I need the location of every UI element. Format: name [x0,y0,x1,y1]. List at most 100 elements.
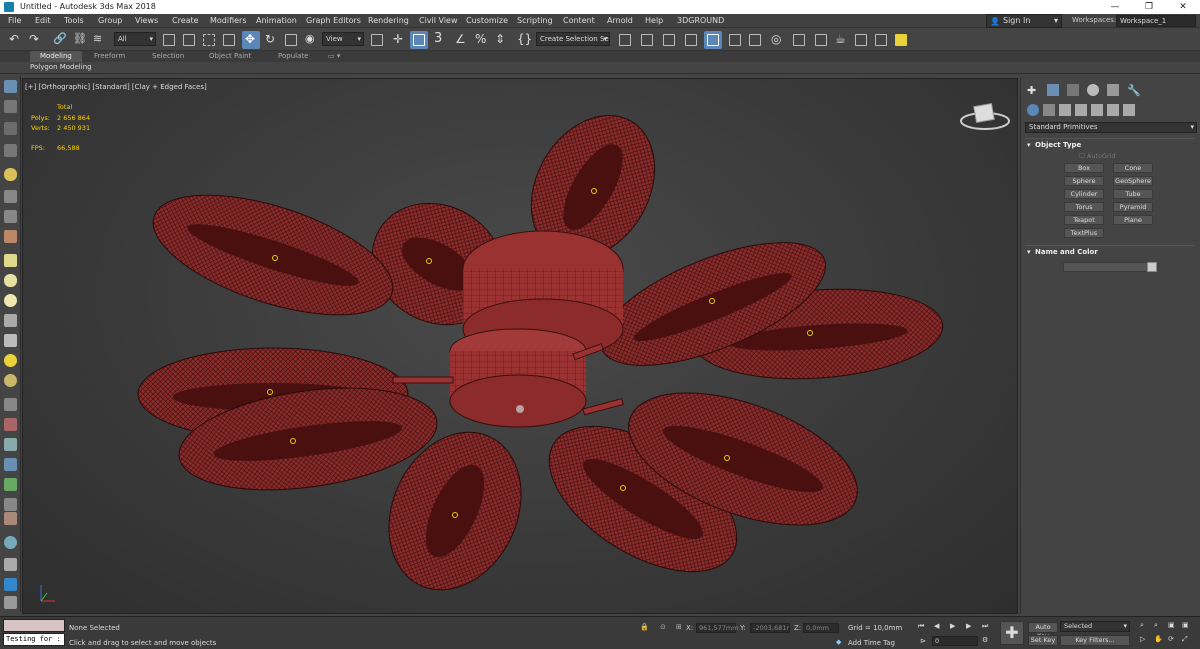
name-and-color-rollout[interactable]: Name and Color [1025,245,1195,258]
menu-civil-view[interactable]: Civil View [419,16,458,25]
sphere-icon[interactable] [4,294,17,307]
set-key-big-button[interactable]: ✚ [1000,621,1024,645]
textplus-button[interactable]: TextPlus [1064,228,1104,238]
unlink-icon[interactable]: ⛓ [70,31,88,49]
key-filters-button[interactable]: Key Filters... [1060,635,1130,646]
align-icon[interactable] [638,31,656,49]
display-tab-icon[interactable] [1107,84,1119,96]
menu-tools[interactable]: Tools [64,16,84,25]
material-editor-icon[interactable]: ◎ [768,31,786,49]
field-of-view-icon[interactable]: ▷ [1140,635,1145,643]
menu-modifiers[interactable]: Modifiers [210,16,247,25]
geosphere-button[interactable]: GeoSphere [1113,176,1153,186]
globe-icon[interactable] [4,458,17,471]
pivot-center-icon[interactable] [368,31,386,49]
isolate-icon[interactable]: ⊙ [660,623,666,631]
add-time-tag[interactable]: Add Time Tag [848,639,895,647]
selection-filter-dropdown[interactable]: All [114,32,156,46]
y-coordinate-field[interactable]: -2003,681r [750,623,790,633]
menu-views[interactable]: Views [135,16,158,25]
viewcube[interactable] [960,102,1010,130]
maximize-viewport-icon[interactable]: ⤢ [1182,635,1188,644]
cone-button[interactable]: Cone [1113,163,1153,173]
toggle-scene-explorer-icon[interactable] [660,31,678,49]
layer-icon[interactable] [4,122,17,135]
schematic-view-icon[interactable] [746,31,764,49]
menu-animation[interactable]: Animation [256,16,297,25]
a360-gallery-icon[interactable] [872,31,890,49]
tube-button[interactable]: Tube [1113,189,1153,199]
render-in-cloud-icon[interactable] [852,31,870,49]
select-and-move-icon[interactable]: ✥ [242,31,260,49]
select-and-scale-icon[interactable] [282,31,300,49]
edit-named-selection-icon[interactable]: {} [514,31,532,49]
toggle-ribbon-icon[interactable] [704,31,722,49]
toggle-layer-explorer-icon[interactable] [682,31,700,49]
reference-coordinate-dropdown[interactable]: View [322,32,364,46]
zoom-extents-icon[interactable]: ▣ [1168,621,1175,629]
pencil-icon[interactable] [4,418,17,431]
scene-explorer-icon[interactable] [4,144,17,157]
lock-icon[interactable]: 🔒 [640,623,649,631]
menu-scripting[interactable]: Scripting [517,16,553,25]
play-icon[interactable]: ▶ [950,622,960,632]
keyboard-shortcut-toggle-icon[interactable] [410,31,428,49]
torus-icon[interactable] [4,314,17,327]
maxscript-listener-output[interactable] [3,619,65,632]
camera-icon[interactable] [4,190,17,203]
menu-group[interactable]: Group [98,16,122,25]
zoom-all-icon[interactable]: ⌕ [1154,621,1158,630]
cone-icon[interactable] [4,334,17,347]
zoom-icon[interactable]: ⌕ [1140,621,1144,630]
cylinder-button[interactable]: Cylinder [1064,189,1104,199]
select-by-name-icon[interactable] [180,31,198,49]
pyramid-button[interactable]: Pyramid [1113,202,1153,212]
link-icon[interactable]: 🔗 [50,31,68,49]
material-sphere-icon[interactable] [4,374,17,387]
create-selection-icon[interactable] [4,80,17,93]
maxscript-mini-listener[interactable]: Testing for : [3,633,65,646]
create-tab-icon[interactable]: ✚ [1027,84,1039,97]
tab-object-paint[interactable]: Object Paint [199,51,261,62]
tab-populate[interactable]: Populate [268,51,318,62]
minimize-icon[interactable]: — [1098,0,1132,14]
bind-space-warp-icon[interactable]: ≋ [90,31,108,49]
cameras-icon[interactable] [1075,104,1087,116]
autogrid-checkbox[interactable]: ☐ AutoGrid [1079,152,1116,160]
menu-create[interactable]: Create [172,16,199,25]
key-selection-dropdown[interactable]: Selected [1060,621,1130,632]
place-icon[interactable]: ◉ [302,31,320,49]
human-icon[interactable] [4,498,17,511]
reference-icon[interactable] [4,100,17,113]
array-icon[interactable] [4,398,17,411]
object-color-swatch[interactable] [1147,262,1157,272]
select-object-icon[interactable] [160,31,178,49]
zoom-extents-all-icon[interactable]: ▣ [1182,621,1189,629]
go-to-start-icon[interactable]: ⏮ [918,622,928,632]
menu-edit[interactable]: Edit [35,16,51,25]
workspace-dropdown[interactable]: Workspace_1 [1116,15,1196,27]
key-mode-icon[interactable]: ⊳ [920,637,926,645]
restore-icon[interactable]: ❐ [1132,0,1166,14]
door-icon[interactable] [4,512,17,525]
box-icon[interactable] [4,254,17,267]
current-frame-field[interactable]: 0 [932,636,978,646]
add-time-tag-icon[interactable]: ◆ [836,638,841,646]
curve-editor-icon[interactable] [726,31,744,49]
motion-tab-icon[interactable] [1087,84,1099,96]
settings-icon[interactable] [4,596,17,609]
rendered-frame-window-icon[interactable] [812,31,830,49]
polygon-modeling-label[interactable]: Polygon Modeling [30,63,92,71]
snaps-toggle-icon[interactable]: 3 [432,31,450,49]
tab-modeling[interactable]: Modeling [30,51,82,62]
3dsmax-app-icon[interactable] [4,2,14,12]
ribbon-options-icon[interactable]: ▭ ▾ [318,51,350,62]
systems-icon[interactable] [1123,104,1135,116]
x-coordinate-field[interactable]: 961,577mm [696,623,739,633]
box-button[interactable]: Box [1064,163,1104,173]
render-setup-icon[interactable] [790,31,808,49]
set-key-button[interactable]: Set Key [1028,635,1058,646]
light-bulb-icon[interactable] [4,168,17,181]
go-to-end-icon[interactable]: ⏭ [982,622,992,632]
menu-graph-editors[interactable]: Graph Editors [306,16,361,25]
